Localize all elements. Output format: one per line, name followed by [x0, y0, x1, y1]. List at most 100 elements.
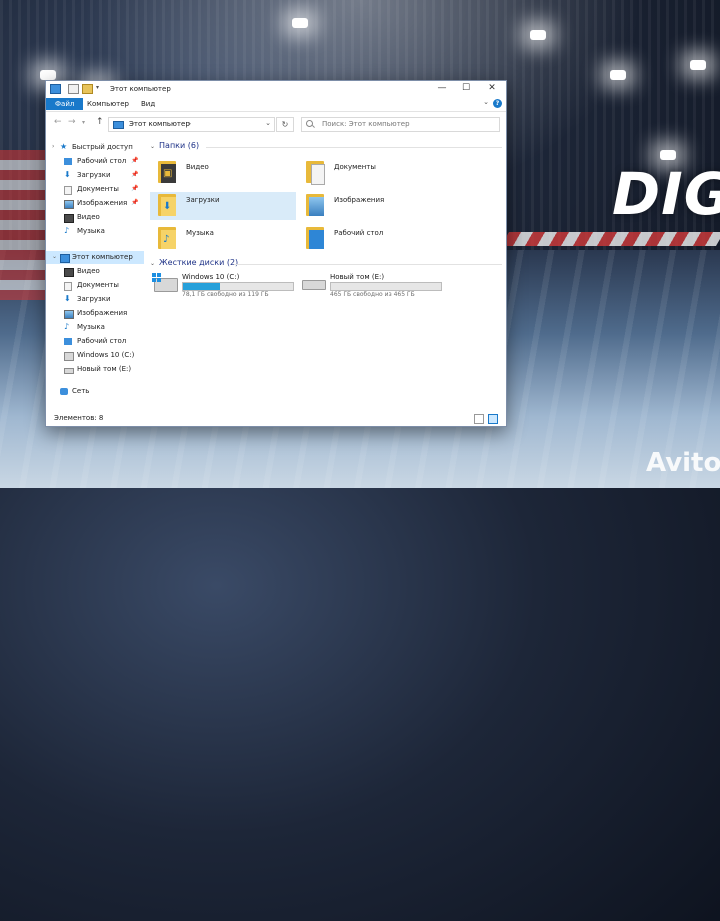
downloads-icon: ⬇: [64, 294, 71, 303]
nav-label: Рабочий стол: [77, 157, 127, 165]
customize-toolbar-chevron-icon[interactable]: ▾: [96, 84, 105, 92]
expand-chevron-icon[interactable]: ⌄: [52, 253, 57, 260]
address-bar[interactable]: Этот компьютер › ⌄: [108, 117, 275, 132]
help-icon[interactable]: ?: [493, 99, 502, 108]
nav-quick-access[interactable]: › ★ Быстрый доступ: [46, 141, 144, 154]
documents-icon: [64, 282, 72, 291]
videos-icon: [64, 268, 74, 277]
folder-tile-videos[interactable]: ▣ Видео: [150, 159, 296, 187]
folders-group-header[interactable]: ⌄ Папки (6): [150, 141, 199, 150]
folder-tile-desktop[interactable]: Рабочий стол: [298, 225, 444, 253]
close-button[interactable]: ✕: [480, 81, 504, 96]
nav-item-downloads[interactable]: ⬇ Загрузки 📌: [46, 169, 144, 182]
nav-label: Видео: [77, 213, 100, 221]
search-input[interactable]: Поиск: Этот компьютер: [301, 117, 500, 132]
nav-item-pictures[interactable]: Изображения 📌: [46, 197, 144, 210]
track-curb-right: [500, 232, 720, 246]
nav-item-videos[interactable]: Видео: [46, 211, 144, 224]
drives-header-label: Жесткие диски (2): [159, 258, 239, 267]
nav-label: Музыка: [77, 227, 105, 235]
downloads-folder-icon: ⬇: [158, 194, 176, 216]
windows-drive-icon: [152, 273, 178, 292]
nav-item-music[interactable]: ♪ Музыка: [46, 321, 144, 334]
nav-label: Музыка: [77, 323, 105, 331]
pin-icon: 📌: [131, 157, 139, 164]
address-dropdown-icon[interactable]: ⌄: [265, 119, 271, 127]
drive-free-space: 465 ГБ свободно из 465 ГБ: [330, 291, 415, 298]
nav-network[interactable]: Сеть: [46, 385, 144, 398]
folders-header-label: Папки (6): [159, 141, 200, 150]
stadium-light: [610, 70, 626, 80]
back-button[interactable]: ←: [54, 117, 62, 127]
tiles-view-icon[interactable]: [488, 414, 498, 424]
nav-item-desktop[interactable]: Рабочий стол 📌: [46, 155, 144, 168]
details-view-icon[interactable]: [474, 414, 484, 424]
drive-tile-c[interactable]: Windows 10 (C:) 78,1 ГБ свободно из 119 …: [148, 272, 298, 298]
folder-tile-music[interactable]: ♪ Музыка: [150, 225, 296, 253]
expand-ribbon-chevron-icon[interactable]: ⌄: [483, 98, 489, 106]
address-path[interactable]: Этот компьютер: [129, 120, 190, 128]
desktop-icon: [64, 158, 72, 165]
folder-tile-pictures[interactable]: Изображения: [298, 192, 444, 220]
folder-label: Музыка: [186, 229, 214, 237]
search-icon: [306, 120, 313, 127]
nav-label: Документы: [77, 185, 119, 193]
folder-tile-downloads[interactable]: ⬇ Загрузки: [150, 192, 296, 220]
tab-view[interactable]: Вид: [134, 98, 162, 110]
nav-label: Загрузки: [77, 295, 111, 303]
ribbon-tabs: Файл Компьютер Вид ⌄ ?: [46, 96, 506, 112]
folder-label: Рабочий стол: [334, 229, 384, 237]
folder-label: Видео: [186, 163, 209, 171]
nav-item-drive-c[interactable]: Windows 10 (C:): [46, 349, 144, 362]
nav-item-pictures[interactable]: Изображения: [46, 307, 144, 320]
forward-button[interactable]: →: [68, 117, 76, 127]
expand-chevron-icon[interactable]: ›: [52, 143, 54, 150]
tab-computer[interactable]: Компьютер: [80, 98, 136, 110]
nav-label: Изображения: [77, 199, 128, 207]
nav-item-desktop[interactable]: Рабочий стол: [46, 335, 144, 348]
nav-item-drive-e[interactable]: Новый том (E:): [46, 363, 144, 376]
up-button[interactable]: ↑: [96, 117, 104, 127]
windows-drive-icon: [64, 352, 74, 361]
properties-icon[interactable]: [68, 84, 79, 94]
computer-icon: [50, 84, 61, 94]
explorer-window: ▾ Этот компьютер — ☐ ✕ Файл Компьютер Ви…: [45, 80, 507, 427]
refresh-button[interactable]: ↻: [276, 117, 294, 132]
recent-locations-chevron-icon[interactable]: ▾: [82, 119, 85, 126]
collapse-chevron-icon[interactable]: ⌄: [150, 260, 155, 267]
status-bar: Элементов: 8: [46, 412, 506, 426]
nav-this-pc[interactable]: ⌄ Этот компьютер: [46, 251, 144, 264]
collapse-chevron-icon[interactable]: ⌄: [150, 143, 155, 150]
folder-label: Загрузки: [186, 196, 220, 204]
new-folder-icon[interactable]: [82, 84, 93, 94]
documents-icon: [64, 186, 72, 195]
folder-label: Изображения: [334, 196, 385, 204]
pin-icon: 📌: [131, 199, 139, 206]
music-icon: ♪: [64, 322, 70, 331]
nav-item-music[interactable]: ♪ Музыка: [46, 225, 144, 238]
tab-file[interactable]: Файл: [46, 98, 84, 110]
group-divider: [206, 147, 502, 148]
folder-tile-documents[interactable]: Документы: [298, 159, 444, 187]
nav-label: Сеть: [72, 387, 90, 395]
nav-item-videos[interactable]: Видео: [46, 265, 144, 278]
window-title: Этот компьютер: [110, 85, 171, 93]
drive-usage-fill: [183, 283, 221, 290]
nav-item-documents[interactable]: Документы 📌: [46, 183, 144, 196]
nav-item-downloads[interactable]: ⬇ Загрузки: [46, 293, 144, 306]
maximize-button[interactable]: ☐: [454, 81, 478, 96]
drive-icon: [302, 280, 326, 290]
drive-name: Windows 10 (C:): [182, 273, 240, 281]
track-curb-left: [0, 150, 45, 300]
downloads-icon: ⬇: [64, 170, 71, 179]
minimize-button[interactable]: —: [430, 81, 454, 96]
windows-logo-icon: [152, 273, 161, 282]
nav-label: Загрузки: [77, 171, 111, 179]
pin-icon: 📌: [131, 185, 139, 192]
breadcrumb-chevron-icon[interactable]: ›: [188, 119, 191, 128]
drives-group-header[interactable]: ⌄ Жесткие диски (2): [150, 258, 238, 267]
nav-item-documents[interactable]: Документы: [46, 279, 144, 292]
drive-tile-e[interactable]: Новый том (E:) 465 ГБ свободно из 465 ГБ: [296, 272, 446, 298]
documents-folder-icon: [306, 161, 325, 185]
stadium-light: [530, 30, 546, 40]
